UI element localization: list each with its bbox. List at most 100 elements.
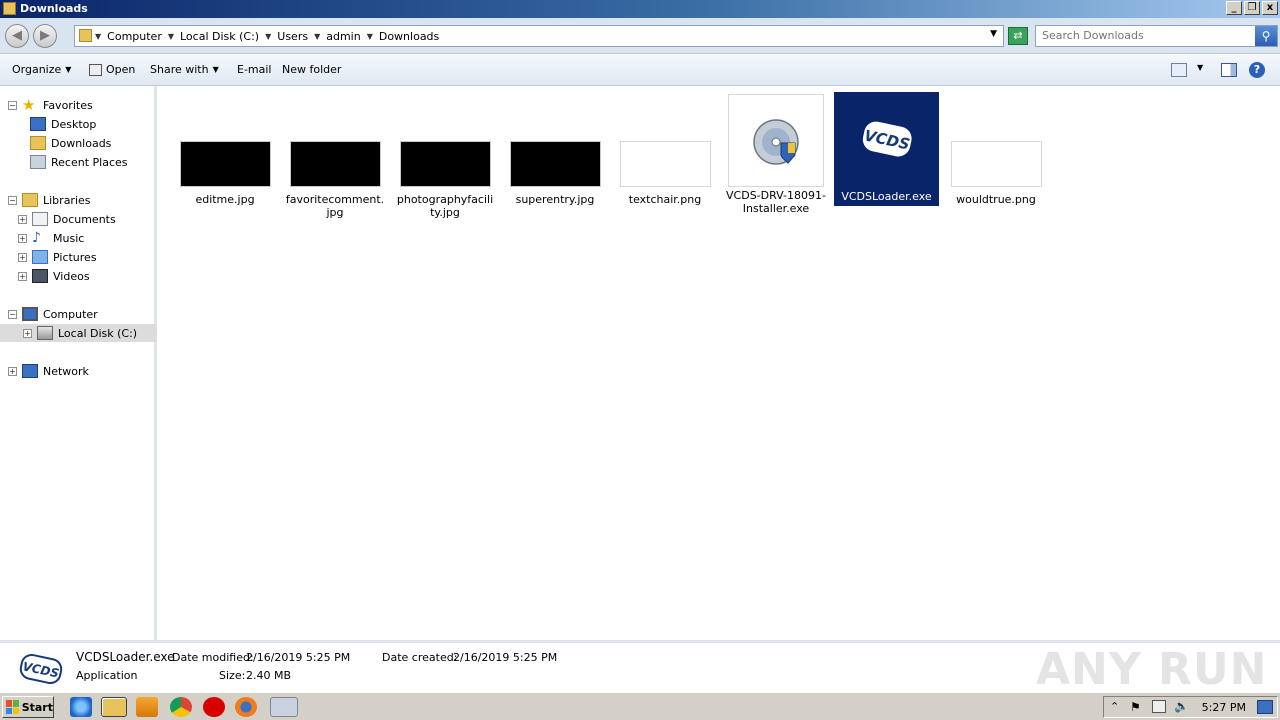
nav-label: Favorites — [43, 98, 93, 112]
firefox-icon[interactable] — [235, 697, 257, 717]
chevron-down-icon[interactable]: ▼ — [367, 32, 373, 41]
nav-music[interactable]: + ♪ Music — [18, 229, 84, 247]
volume-icon[interactable]: 🔈 — [1174, 699, 1189, 713]
details-created-value: 2/16/2019 5:25 PM — [453, 651, 558, 664]
nav-label: Computer — [43, 307, 98, 321]
collapse-icon[interactable]: − — [8, 100, 17, 110]
expand-icon[interactable]: + — [8, 366, 17, 376]
clock[interactable]: 5:27 PM — [1202, 701, 1246, 714]
address-bar[interactable]: ▼ Computer ▼ Local Disk (C:) ▼ Users ▼ a… — [74, 25, 1004, 47]
breadcrumb: ▼ Computer ▼ Local Disk (C:) ▼ Users ▼ a… — [95, 30, 441, 43]
network-tray-icon[interactable] — [1152, 700, 1166, 713]
search-input[interactable] — [1042, 29, 1252, 42]
nav-label: Videos — [53, 269, 90, 283]
explorer-taskbar-icon[interactable] — [101, 697, 127, 717]
expand-icon[interactable]: + — [18, 214, 27, 224]
nav-local-disk[interactable]: + Local Disk (C:) — [0, 324, 157, 342]
file-item-selected[interactable]: VCDS VCDSLoader.exe — [834, 92, 939, 206]
help-icon[interactable]: ? — [1249, 62, 1265, 78]
nav-pictures[interactable]: + Pictures — [18, 248, 97, 266]
open-label: Open — [106, 63, 136, 76]
expand-icon[interactable]: + — [18, 252, 27, 262]
media-player-icon[interactable] — [136, 697, 158, 717]
search-box[interactable]: ⚲ — [1035, 25, 1278, 47]
chevron-down-icon: ▼ — [65, 65, 72, 74]
file-item[interactable]: VCDS-DRV-18091-Installer.exe — [726, 94, 826, 215]
open-icon — [89, 63, 102, 76]
windows-logo-icon — [6, 700, 19, 714]
show-desktop-icon[interactable] — [1257, 700, 1273, 714]
nav-desktop[interactable]: Desktop — [30, 115, 96, 133]
recent-places-icon — [30, 155, 46, 169]
file-name: textchair.png — [628, 193, 702, 206]
file-item[interactable]: textchair.png — [615, 141, 715, 206]
details-size-label: Size: — [219, 669, 246, 682]
share-with-button[interactable]: Share with ▼ — [150, 63, 219, 76]
nav-recent-places[interactable]: Recent Places — [30, 153, 128, 171]
expand-icon[interactable]: + — [18, 233, 27, 243]
organize-button[interactable]: Organize ▼ — [12, 63, 71, 76]
nav-favorites[interactable]: − ★ Favorites — [8, 96, 93, 114]
nav-downloads[interactable]: Downloads — [30, 134, 111, 152]
crumb-downloads[interactable]: Downloads — [377, 30, 441, 43]
expand-icon[interactable]: + — [23, 328, 32, 338]
file-item[interactable]: photographyfacility.jpg — [395, 141, 495, 219]
forward-button[interactable]: ▶ — [33, 24, 57, 48]
chevron-down-icon[interactable]: ▼ — [95, 32, 101, 41]
flag-icon[interactable]: ⚑ — [1130, 700, 1141, 714]
nav-label: Pictures — [53, 250, 97, 264]
image-thumbnail — [399, 141, 491, 187]
crumb-local-disk[interactable]: Local Disk (C:) — [178, 30, 261, 43]
search-icon[interactable]: ⚲ — [1255, 26, 1277, 46]
email-label: E-mail — [237, 63, 272, 76]
vcds-icon: VCDS — [839, 92, 935, 188]
file-item[interactable]: editme.jpg — [175, 141, 275, 206]
nav-videos[interactable]: + Videos — [18, 267, 90, 285]
new-folder-button[interactable]: New folder — [282, 63, 341, 76]
chevron-down-icon[interactable]: ▼ — [168, 32, 174, 41]
nav-computer[interactable]: − Computer — [8, 305, 98, 323]
restore-button[interactable]: ❐ — [1244, 1, 1260, 15]
opera-icon[interactable] — [203, 697, 225, 717]
collapse-icon[interactable]: − — [8, 309, 17, 319]
collapse-icon[interactable]: − — [8, 195, 17, 205]
crumb-users[interactable]: Users — [275, 30, 310, 43]
nav-libraries[interactable]: − Libraries — [8, 191, 91, 209]
details-modified-label: Date modified: — [172, 651, 254, 664]
internet-explorer-icon[interactable] — [70, 697, 92, 717]
show-hidden-icons-icon[interactable]: ⌃ — [1110, 700, 1119, 713]
nav-documents[interactable]: + Documents — [18, 210, 116, 228]
address-dropdown-icon[interactable]: ▼ — [990, 29, 997, 39]
email-button[interactable]: E-mail — [237, 63, 272, 76]
file-name: editme.jpg — [195, 193, 255, 206]
image-thumbnail — [509, 141, 601, 187]
file-name: favoritecomment.jpg — [285, 193, 385, 219]
open-button[interactable]: Open — [89, 63, 135, 76]
details-file-name: VCDSLoader.exe — [76, 650, 175, 664]
file-item[interactable]: superentry.jpg — [505, 141, 605, 206]
chrome-icon[interactable] — [170, 697, 192, 717]
expand-icon[interactable]: + — [18, 271, 27, 281]
preview-pane-icon[interactable] — [1221, 63, 1237, 77]
system-tray: ⌃ ⚑ 🔈 5:27 PM — [1103, 696, 1278, 718]
file-item[interactable]: wouldtrue.png — [946, 141, 1046, 206]
nav-network[interactable]: + Network — [8, 362, 89, 380]
chevron-down-icon[interactable]: ▼ — [314, 32, 320, 41]
close-button[interactable]: x — [1262, 1, 1278, 15]
vcds-logo-icon: VCDS — [862, 121, 912, 157]
start-button[interactable]: Start — [2, 696, 54, 718]
crumb-computer[interactable]: Computer — [105, 30, 164, 43]
chevron-down-icon[interactable]: ▼ — [265, 32, 271, 41]
watermark: ANY RUN — [1036, 643, 1268, 695]
app-taskbar-icon[interactable] — [270, 697, 298, 717]
minimize-button[interactable]: _ — [1226, 1, 1242, 15]
desktop-icon — [30, 117, 46, 131]
crumb-admin[interactable]: admin — [324, 30, 362, 43]
file-item[interactable]: favoritecomment.jpg — [285, 141, 385, 219]
refresh-icon[interactable]: ⇄ — [1008, 27, 1028, 45]
back-button[interactable]: ◀ — [5, 24, 29, 48]
videos-icon — [32, 269, 48, 283]
chevron-down-icon[interactable]: ▼ — [1197, 63, 1213, 77]
share-with-label: Share with — [150, 63, 209, 76]
view-icon[interactable] — [1171, 63, 1187, 77]
